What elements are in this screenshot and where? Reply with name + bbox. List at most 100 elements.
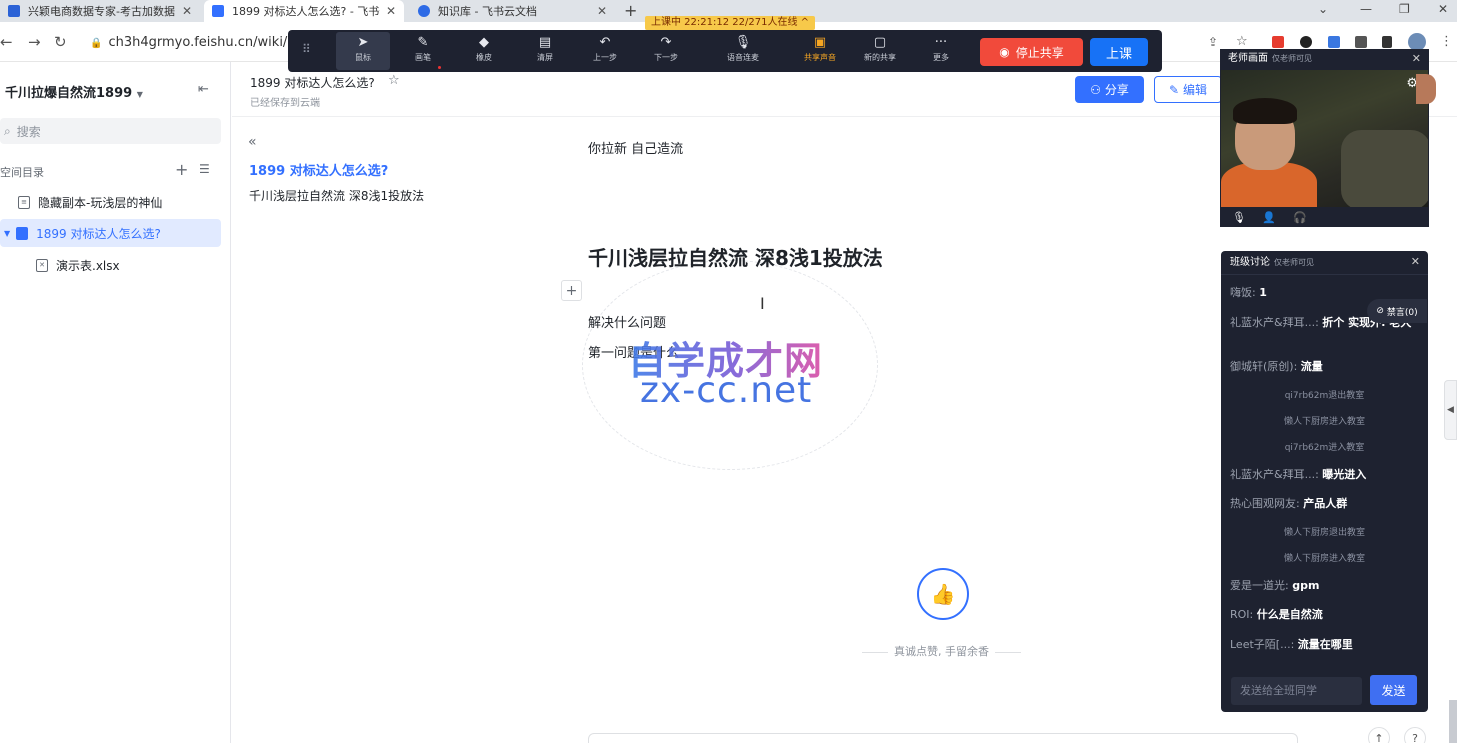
tree-item-1899[interactable]: ▼ 1899 对标达人怎么选?: [0, 219, 221, 247]
close-tab-icon[interactable]: ✕: [386, 4, 396, 18]
browser-tab-2[interactable]: 1899 对标达人怎么选? - 飞书云 ✕: [204, 0, 404, 22]
bookmark-star-icon[interactable]: ☆: [1236, 34, 1248, 49]
caret-down-icon[interactable]: ▼: [4, 229, 10, 238]
minimize-icon[interactable]: —: [1360, 2, 1372, 16]
more-icon: ···: [934, 35, 948, 50]
outline-item-h1[interactable]: 1899 对标达人怎么选?: [249, 160, 388, 179]
close-icon[interactable]: ✕: [1412, 52, 1421, 65]
chat-system-message: qi7rb62m进入教室: [1284, 443, 1365, 453]
tool-more[interactable]: ··· 更多: [914, 34, 968, 64]
scrollbar[interactable]: [1449, 700, 1457, 743]
send-button[interactable]: 发送: [1370, 675, 1417, 705]
url-field[interactable]: 🔒 ch3h4grmyo.feishu.cn/wiki/F0N: [90, 35, 313, 50]
close-tab-icon[interactable]: ✕: [182, 4, 192, 18]
share-page-icon[interactable]: ⇪: [1208, 35, 1218, 49]
comment-box[interactable]: [588, 733, 1298, 743]
feishu-doc-favicon-icon: [212, 5, 224, 17]
browser-menu-icon[interactable]: ⋮: [1440, 34, 1453, 49]
chat-message: Leet子陌[...: 流量在哪里: [1230, 638, 1353, 651]
tool-new-share[interactable]: ▢ 新的共享: [853, 34, 907, 64]
chat-message: 爱是一道光: gpm: [1230, 579, 1320, 592]
back-arrow-icon[interactable]: ←: [0, 33, 13, 51]
chat-system-message: qi7rb62m退出教室: [1284, 391, 1365, 401]
save-status: 已经保存到云端: [250, 98, 320, 109]
extension-blue-icon[interactable]: [1328, 36, 1340, 48]
pencil-icon: ✎: [1168, 82, 1180, 97]
tool-pen[interactable]: ✎ 画笔: [396, 34, 450, 64]
edit-button[interactable]: ✎ 编辑: [1154, 76, 1222, 103]
close-tab-icon[interactable]: ✕: [597, 4, 607, 18]
wiki-sidebar: 千川拉爆自然流1899 ▼ ⇤ ⌕ 搜索 空间目录 + ☰ ≡ 隐藏副本-玩浅层的神…: [0, 62, 231, 743]
stop-share-button[interactable]: ◉ 停止共享: [980, 38, 1083, 66]
site-favicon-icon: [8, 5, 20, 17]
record-icon: ◉: [999, 45, 1010, 59]
favorite-star-icon[interactable]: ☆: [388, 73, 400, 88]
insert-block-button[interactable]: +: [561, 280, 582, 301]
directory-label: 空间目录: [0, 166, 44, 179]
pen-color-dot: [438, 66, 441, 69]
extension-red-icon[interactable]: [1272, 36, 1284, 48]
tool-redo[interactable]: ↷ 下一步: [639, 34, 693, 64]
feishu-wiki-favicon-icon: [418, 5, 430, 17]
chat-header: 班级讨论 仅老师可见: [1221, 251, 1428, 275]
chat-system-message: 懒人下厨房进入教室: [1283, 554, 1365, 564]
tree-item-hidden-copy[interactable]: ≡ 隐藏副本-玩浅层的神仙: [0, 188, 221, 216]
headset-icon[interactable]: 🎧: [1293, 207, 1307, 227]
expand-panel-icon[interactable]: ◀: [1444, 380, 1457, 440]
watermark-en: zx-cc.net: [640, 370, 813, 411]
forward-arrow-icon[interactable]: →: [28, 33, 41, 51]
extension-dark-icon[interactable]: [1300, 36, 1312, 48]
tree-item-demo-sheet[interactable]: ✕ 演示表.xlsx: [0, 251, 221, 279]
doc-icon: [16, 226, 29, 240]
start-class-button[interactable]: 上课: [1090, 38, 1148, 66]
tool-undo[interactable]: ↶ 上一步: [578, 34, 632, 64]
thumbs-up-icon: 👍: [930, 582, 956, 606]
directory-options-icon[interactable]: ☰: [199, 162, 210, 176]
outline-item-h2[interactable]: 千川浅层拉自然流 深8浅1投放法: [249, 187, 424, 204]
collapse-sidebar-icon[interactable]: ⇤: [198, 82, 209, 97]
share-sound-icon: ▣: [813, 35, 827, 50]
extensions-puzzle-icon[interactable]: [1355, 36, 1367, 48]
undo-icon: ↶: [599, 35, 611, 50]
drag-handle-icon[interactable]: ⠿: [302, 42, 311, 56]
mic-icon: 🎙: [734, 35, 752, 50]
mute-icon: ⊘: [1376, 306, 1384, 316]
doc-title: 1899 对标达人怎么选?: [250, 76, 375, 90]
close-icon[interactable]: ✕: [1411, 255, 1420, 268]
share-button[interactable]: ⚇ 分享: [1075, 76, 1144, 103]
back-to-top-button[interactable]: ↑: [1368, 727, 1390, 743]
collapse-outline-icon[interactable]: «: [248, 134, 257, 150]
tool-pointer[interactable]: ➤ 鼠标: [336, 32, 390, 70]
mic-status-icon[interactable]: 🎙: [1232, 207, 1246, 227]
live-status-badge[interactable]: 上课中 22:21:12 22/271人在线 ^: [645, 16, 816, 30]
doc-paragraph[interactable]: 你拉新 自己造流: [588, 138, 683, 157]
spreadsheet-icon: ✕: [36, 258, 48, 272]
mute-all-button[interactable]: ⊘ 禁言(0): [1367, 299, 1427, 323]
tab-search-chevron-icon[interactable]: ⌄: [1318, 2, 1328, 16]
tool-voice-link[interactable]: 🎙 语音连麦: [716, 34, 770, 64]
sidebar-toggle-icon[interactable]: [1382, 36, 1392, 48]
search-input[interactable]: ⌕ 搜索: [0, 118, 221, 144]
browser-tab-1[interactable]: 兴颖电商数据专家-考古加数据 ✕: [0, 0, 200, 22]
space-title[interactable]: 千川拉爆自然流1899 ▼: [5, 82, 143, 101]
reload-icon[interactable]: ↻: [54, 33, 67, 51]
chat-system-message: 懒人下厨房进入教室: [1283, 417, 1365, 427]
help-button[interactable]: ?: [1404, 727, 1426, 743]
tool-share-sound[interactable]: ▣ 共享声音: [793, 34, 847, 64]
browser-tab-3[interactable]: 知识库 - 飞书云文档 ✕: [410, 0, 615, 22]
teacher-panel-header: 老师画面 仅老师可见: [1228, 53, 1312, 64]
doc-paragraph[interactable]: 解决什么问题: [588, 312, 666, 331]
like-button[interactable]: 👍: [917, 568, 969, 620]
doc-heading[interactable]: 千川浅层拉自然流 深8浅1投放法: [588, 242, 883, 271]
new-tab-button[interactable]: +: [624, 1, 637, 20]
restore-icon[interactable]: ❐: [1399, 2, 1410, 16]
tool-eraser[interactable]: ◆ 橡皮: [457, 34, 511, 64]
camera-status-icon[interactable]: 👤: [1262, 207, 1276, 227]
chat-message: ROI: 什么是自然流: [1230, 608, 1323, 621]
tool-clear[interactable]: ▤ 清屏: [518, 34, 572, 64]
eraser-icon: ◆: [479, 35, 489, 50]
teacher-video: ⚙: [1221, 70, 1428, 207]
close-window-icon[interactable]: ✕: [1438, 2, 1448, 16]
chat-input[interactable]: 发送给全班同学: [1231, 677, 1362, 705]
add-page-icon[interactable]: +: [175, 160, 188, 179]
